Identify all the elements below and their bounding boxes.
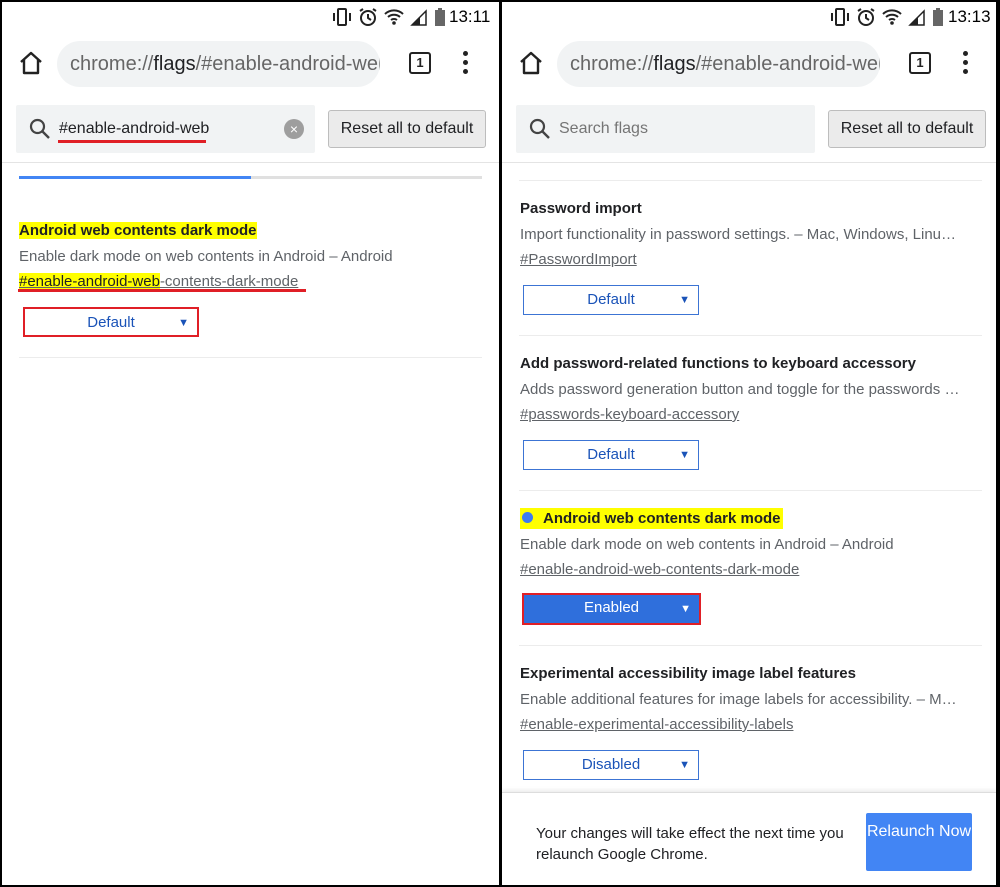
flag-link[interactable]: #PasswordImport xyxy=(520,251,637,268)
flag-title: Experimental accessibility image label f… xyxy=(520,665,856,682)
flag-select[interactable]: Disabled ▼ xyxy=(523,750,699,780)
home-icon[interactable] xyxy=(518,50,544,76)
flag-description: Enable dark mode on web contents in Andr… xyxy=(19,248,393,265)
flag-select[interactable]: Default ▼ xyxy=(523,440,699,470)
flag-link[interactable]: #enable-android-web-contents-dark-mode xyxy=(19,273,298,290)
annotation-underline xyxy=(58,140,206,143)
divider xyxy=(519,180,982,181)
url-fragment: /#enable-android-web- xyxy=(695,53,880,75)
signal-icon xyxy=(410,9,427,26)
relaunch-message: Your changes will take effect the next t… xyxy=(536,825,844,863)
signal-icon xyxy=(908,9,925,26)
flag-description: Adds password generation button and togg… xyxy=(520,381,960,398)
flag-description: Enable dark mode on web contents in Andr… xyxy=(520,536,894,553)
status-time: 13:13 xyxy=(948,7,991,26)
flag-title: Android web contents dark mode xyxy=(520,508,783,529)
search-input[interactable]: #enable-android-web xyxy=(59,120,209,138)
url-bar[interactable]: chrome://flags/#enable-android-web- xyxy=(557,41,880,87)
flag-description: Enable additional features for image lab… xyxy=(520,691,957,708)
search-icon xyxy=(29,118,50,139)
vibrate-icon xyxy=(831,8,849,26)
url-bar[interactable]: chrome://flags/#enable-android-web- xyxy=(57,41,380,87)
clear-search-icon[interactable]: × xyxy=(284,119,304,139)
tab-switcher-button[interactable]: 1 xyxy=(409,52,431,74)
more-menu-icon[interactable] xyxy=(463,51,469,75)
flag-select[interactable]: Enabled ▼ xyxy=(522,593,701,625)
tab-switcher-button[interactable]: 1 xyxy=(909,52,931,74)
battery-icon xyxy=(933,8,943,26)
flag-title: Add password-related functions to keyboa… xyxy=(520,355,916,372)
home-icon[interactable] xyxy=(18,50,44,76)
flags-header: #enable-android-web × Reset all to defau… xyxy=(2,97,499,163)
more-menu-icon[interactable] xyxy=(963,51,969,75)
wifi-icon xyxy=(882,9,902,25)
divider xyxy=(519,335,982,336)
wifi-icon xyxy=(384,9,404,25)
flag-link[interactable]: #enable-experimental-accessibility-label… xyxy=(520,716,793,733)
flag-select[interactable]: Default ▼ xyxy=(523,285,699,315)
chevron-down-icon: ▼ xyxy=(680,603,691,615)
chevron-down-icon: ▼ xyxy=(679,759,690,771)
battery-icon xyxy=(435,8,445,26)
search-input[interactable]: Search flags xyxy=(559,120,648,138)
flag-link[interactable]: #enable-android-web-contents-dark-mode xyxy=(520,561,799,578)
url-fragment: /#enable-android-web- xyxy=(195,53,380,75)
flags-header: Search flags Reset all to default xyxy=(502,97,996,163)
url-prefix: chrome:// xyxy=(70,53,154,75)
reset-all-button[interactable]: Reset all to default xyxy=(328,110,486,148)
url-prefix: chrome:// xyxy=(570,53,654,75)
alarm-icon xyxy=(359,8,377,26)
vibrate-icon xyxy=(333,8,351,26)
url-host: flags xyxy=(153,53,196,75)
results-progress-fill xyxy=(19,176,251,179)
alarm-icon xyxy=(857,8,875,26)
divider xyxy=(19,357,482,358)
relaunch-now-button[interactable]: Relaunch Now xyxy=(866,813,972,871)
right-screenshot: 13:13 chrome://flags/#enable-android-web… xyxy=(502,0,998,887)
search-box[interactable]: #enable-android-web × xyxy=(16,105,315,153)
modified-indicator xyxy=(522,512,533,523)
flag-title: Android web contents dark mode xyxy=(19,222,257,239)
chevron-down-icon: ▼ xyxy=(178,317,189,329)
annotation-underline xyxy=(18,289,306,292)
reset-all-button[interactable]: Reset all to default xyxy=(828,110,986,148)
status-time: 13:11 xyxy=(449,7,491,26)
chevron-down-icon: ▼ xyxy=(679,294,690,306)
relaunch-bar: Your changes will take effect the next t… xyxy=(502,792,996,885)
chevron-down-icon: ▼ xyxy=(679,449,690,461)
url-host: flags xyxy=(653,53,696,75)
status-icons xyxy=(830,7,944,27)
divider xyxy=(519,490,982,491)
search-icon xyxy=(529,118,550,139)
left-screenshot: 13:11 chrome://flags/#enable-android-web… xyxy=(0,0,499,887)
search-box[interactable]: Search flags xyxy=(516,105,815,153)
status-icons xyxy=(332,7,446,27)
flag-title: Password import xyxy=(520,200,642,217)
flag-select[interactable]: Default ▼ xyxy=(23,307,199,337)
results-progress xyxy=(19,176,482,179)
flag-link[interactable]: #passwords-keyboard-accessory xyxy=(520,406,739,423)
divider xyxy=(519,645,982,646)
flag-description: Import functionality in password setting… xyxy=(520,226,957,243)
